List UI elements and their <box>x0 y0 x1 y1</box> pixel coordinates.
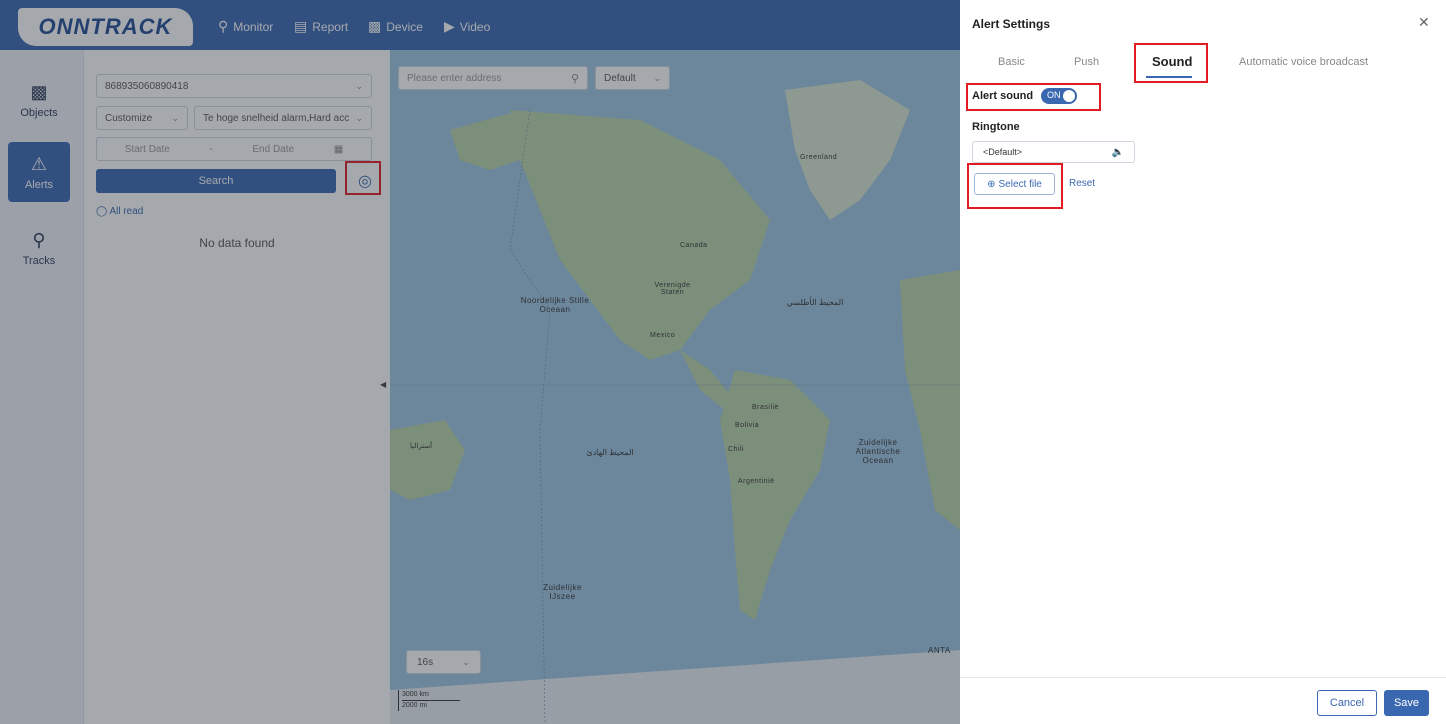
tab-push[interactable]: Push <box>1074 56 1099 68</box>
drawer-footer-divider <box>960 677 1446 678</box>
save-button[interactable]: Save <box>1384 690 1429 716</box>
tab-automatic-voice-broadcast[interactable]: Automatic voice broadcast <box>1239 56 1368 68</box>
close-icon[interactable]: ✕ <box>1418 14 1430 31</box>
cancel-button[interactable]: Cancel <box>1317 690 1377 716</box>
ringtone-label: Ringtone <box>972 121 1020 133</box>
ringtone-select[interactable]: <Default> 🔈 <box>972 141 1135 163</box>
reset-button[interactable]: Reset <box>1069 178 1095 189</box>
alert-settings-drawer: Alert Settings ✕ Basic Push Sound Automa… <box>960 0 1446 724</box>
ringtone-value: <Default> <box>983 147 1023 157</box>
drawer-title: Alert Settings <box>972 17 1051 31</box>
modal-overlay[interactable] <box>0 0 960 724</box>
highlight-box-select-file <box>967 163 1063 209</box>
tab-basic[interactable]: Basic <box>998 56 1025 68</box>
highlight-box-sound-tab <box>1134 43 1208 83</box>
highlight-box-alert-sound <box>966 83 1101 111</box>
speaker-icon[interactable]: 🔈 <box>1112 147 1124 158</box>
